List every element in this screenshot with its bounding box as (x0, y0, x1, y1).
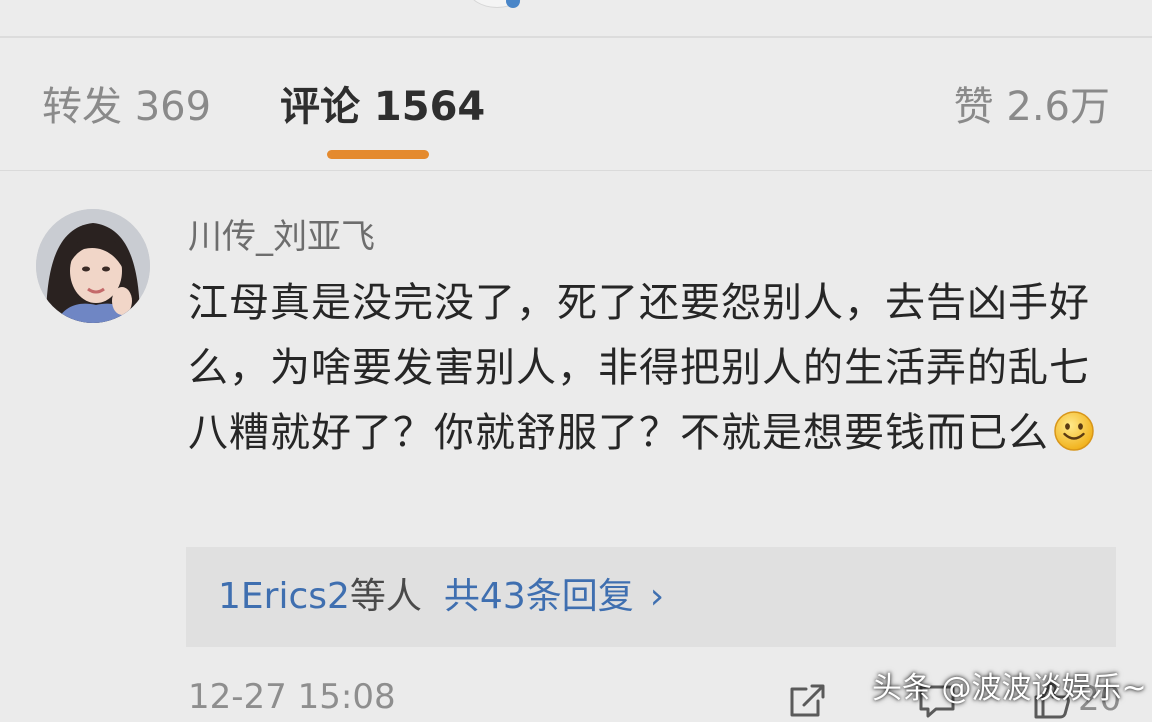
avatar-portrait-icon (36, 209, 150, 323)
verified-badge-icon (506, 0, 520, 8)
comment-body: 江母真是没完没了，死了还要怨别人，去告凶手好么，为啥要发害别人，非得把别人的生活… (188, 271, 1118, 466)
replies-summary[interactable]: 1Erics2等人 共43条回复 › (186, 547, 1116, 647)
tab-comments[interactable]: 评论 1564 (280, 82, 485, 132)
reply-users-suffix: 等人 (349, 576, 422, 617)
chevron-right-icon: › (649, 576, 665, 617)
tab-repost[interactable]: 转发 369 (42, 82, 211, 132)
reply-users[interactable]: 1Erics2 (218, 576, 350, 617)
tabs-bar: 转发 369 评论 1564 赞 2.6万 (0, 38, 1152, 171)
top-header-strip (0, 0, 1152, 38)
comment-timestamp: 12-27 15:08 (188, 677, 396, 717)
reply-count-link[interactable]: 共43条回复 (444, 576, 634, 617)
comment-text: 江母真是没完没了，死了还要怨别人，去告凶手好么，为啥要发害别人，非得把别人的生活… (188, 280, 1090, 456)
avatar[interactable] (36, 209, 150, 323)
smile-emoji-icon (1054, 411, 1094, 451)
comment-username[interactable]: 川传_刘亚飞 (188, 215, 375, 259)
comment-item: 川传_刘亚飞 江母真是没完没了，死了还要怨别人，去告凶手好么，为啥要发害别人，非… (0, 171, 1152, 722)
tab-likes[interactable]: 赞 2.6万 (954, 82, 1110, 132)
share-icon[interactable] (786, 679, 828, 721)
active-tab-indicator (327, 150, 429, 159)
replies-line: 1Erics2等人 共43条回复 › (218, 573, 664, 621)
watermark-text: 头条 @波波谈娱乐~ (872, 671, 1147, 706)
